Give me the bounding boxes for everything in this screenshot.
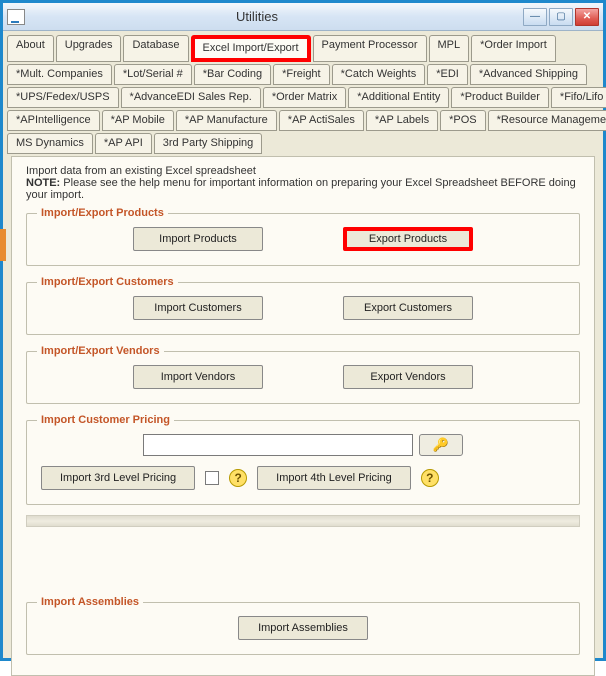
import-3rd-level-pricing-button[interactable]: Import 3rd Level Pricing bbox=[41, 466, 195, 490]
window-title: Utilities bbox=[0, 9, 523, 24]
group-products: Import/Export Products Import Products E… bbox=[26, 207, 580, 266]
maximize-button[interactable]: ▢ bbox=[549, 8, 573, 26]
tab-bar-coding[interactable]: *Bar Coding bbox=[194, 64, 271, 85]
tab-ap-mobile[interactable]: *AP Mobile bbox=[102, 110, 174, 131]
tab-product-builder[interactable]: *Product Builder bbox=[451, 87, 549, 108]
tab-lot-serial[interactable]: *Lot/Serial # bbox=[114, 64, 192, 85]
tab-ap-api[interactable]: *AP API bbox=[95, 133, 152, 154]
intro-line1: Import data from an existing Excel sprea… bbox=[26, 165, 580, 177]
note-text: Please see the help menu for important i… bbox=[26, 177, 576, 201]
tab-database[interactable]: Database bbox=[123, 35, 188, 62]
tab-ms-dynamics[interactable]: MS Dynamics bbox=[7, 133, 93, 154]
tab-mpl[interactable]: MPL bbox=[429, 35, 470, 62]
tab-payment-processor[interactable]: Payment Processor bbox=[313, 35, 427, 62]
key-icon: 🔑 bbox=[433, 437, 449, 453]
minimize-button[interactable]: — bbox=[523, 8, 547, 26]
help-icon-2[interactable]: ? bbox=[421, 469, 439, 487]
group-pricing: Import Customer Pricing 🔑 Import 3rd Lev… bbox=[26, 414, 580, 505]
export-products-button[interactable]: Export Products bbox=[343, 227, 473, 251]
tab-advanced-shipping[interactable]: *Advanced Shipping bbox=[470, 64, 587, 85]
group-assemblies: Import Assemblies Import Assemblies bbox=[26, 596, 580, 655]
browse-button[interactable]: 🔑 bbox=[419, 434, 463, 456]
pricing-checkbox[interactable] bbox=[205, 471, 219, 485]
tab-ups-fedex-usps[interactable]: *UPS/Fedex/USPS bbox=[7, 87, 119, 108]
tab-catch-weights[interactable]: *Catch Weights bbox=[332, 64, 426, 85]
tab-additional-entity[interactable]: *Additional Entity bbox=[348, 87, 449, 108]
tab-excel-import-export[interactable]: Excel Import/Export bbox=[191, 35, 311, 62]
tab-ap-intelligence[interactable]: *APIntelligence bbox=[7, 110, 100, 131]
close-button[interactable]: ✕ bbox=[575, 8, 599, 26]
tab-mult-companies[interactable]: *Mult. Companies bbox=[7, 64, 112, 85]
tab-freight[interactable]: *Freight bbox=[273, 64, 330, 85]
tab-strip: About Upgrades Database Excel Import/Exp… bbox=[3, 31, 603, 154]
note-label: NOTE: bbox=[26, 177, 60, 189]
import-assemblies-button[interactable]: Import Assemblies bbox=[238, 616, 368, 640]
pricing-file-input[interactable] bbox=[143, 434, 413, 456]
tab-about[interactable]: About bbox=[7, 35, 54, 62]
side-handle bbox=[0, 229, 6, 261]
tab-advanceedi-sales-rep[interactable]: *AdvanceEDI Sales Rep. bbox=[121, 87, 261, 108]
legend-pricing: Import Customer Pricing bbox=[37, 414, 174, 426]
import-products-button[interactable]: Import Products bbox=[133, 227, 263, 251]
tab-order-import[interactable]: *Order Import bbox=[471, 35, 556, 62]
help-icon-1[interactable]: ? bbox=[229, 469, 247, 487]
legend-vendors: Import/Export Vendors bbox=[37, 345, 164, 357]
title-bar: Utilities — ▢ ✕ bbox=[3, 3, 603, 31]
legend-customers: Import/Export Customers bbox=[37, 276, 178, 288]
app-icon bbox=[7, 9, 25, 25]
tab-fifo-lifo[interactable]: *Fifo/Lifo bbox=[551, 87, 606, 108]
export-customers-button[interactable]: Export Customers bbox=[343, 296, 473, 320]
group-customers: Import/Export Customers Import Customers… bbox=[26, 276, 580, 335]
tab-ap-labels[interactable]: *AP Labels bbox=[366, 110, 438, 131]
group-vendors: Import/Export Vendors Import Vendors Exp… bbox=[26, 345, 580, 404]
tab-edi[interactable]: *EDI bbox=[427, 64, 468, 85]
tab-ap-manufacture[interactable]: *AP Manufacture bbox=[176, 110, 277, 131]
import-vendors-button[interactable]: Import Vendors bbox=[133, 365, 263, 389]
tab-3rd-party-shipping[interactable]: 3rd Party Shipping bbox=[154, 133, 263, 154]
tab-upgrades[interactable]: Upgrades bbox=[56, 35, 122, 62]
progress-strip bbox=[26, 515, 580, 527]
content-pane: Import data from an existing Excel sprea… bbox=[11, 156, 595, 676]
tab-resource-management[interactable]: *Resource Management bbox=[488, 110, 606, 131]
legend-assemblies: Import Assemblies bbox=[37, 596, 143, 608]
import-customers-button[interactable]: Import Customers bbox=[133, 296, 263, 320]
import-4th-level-pricing-button[interactable]: Import 4th Level Pricing bbox=[257, 466, 411, 490]
intro-text: Import data from an existing Excel sprea… bbox=[26, 165, 580, 201]
legend-products: Import/Export Products bbox=[37, 207, 168, 219]
tab-order-matrix[interactable]: *Order Matrix bbox=[263, 87, 346, 108]
tab-pos[interactable]: *POS bbox=[440, 110, 486, 131]
export-vendors-button[interactable]: Export Vendors bbox=[343, 365, 473, 389]
tab-ap-actisales[interactable]: *AP ActiSales bbox=[279, 110, 364, 131]
